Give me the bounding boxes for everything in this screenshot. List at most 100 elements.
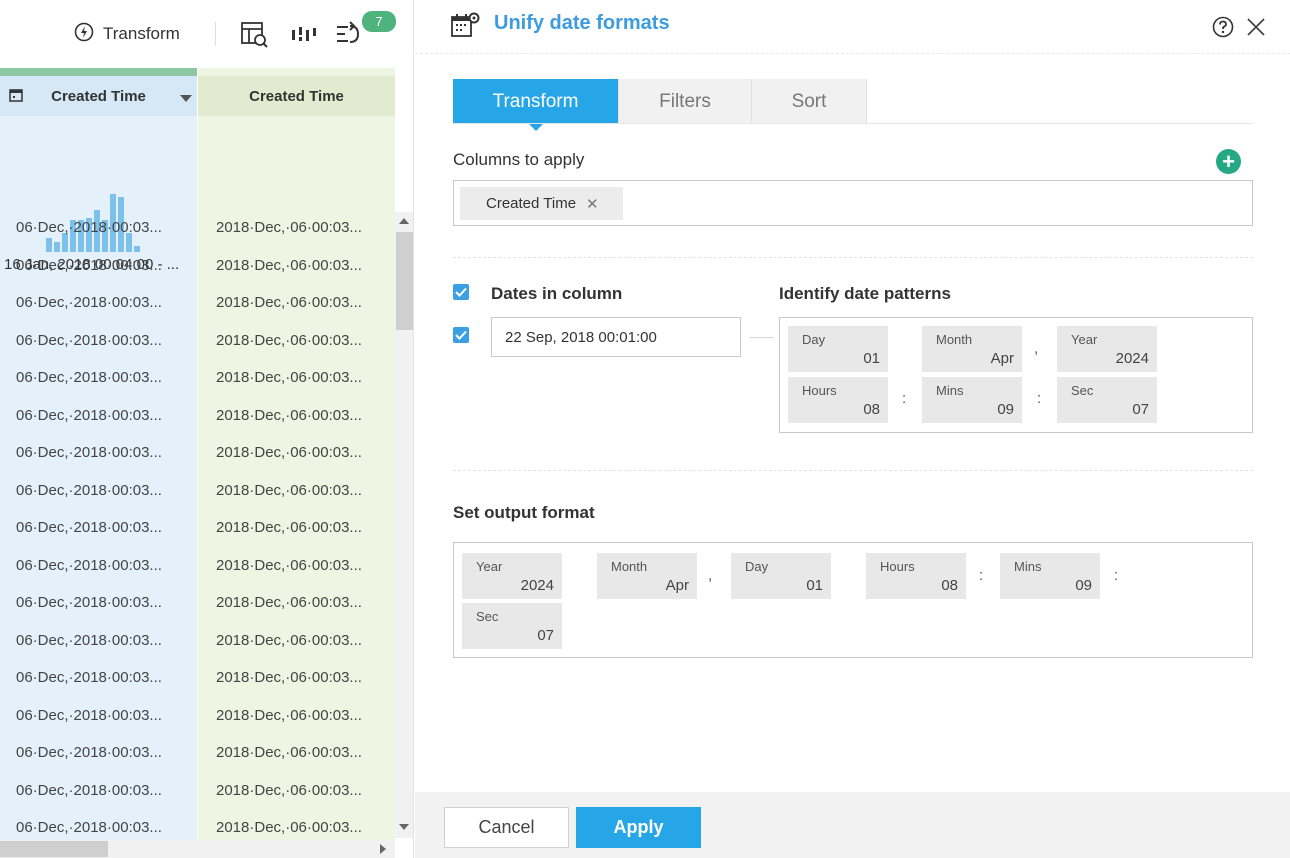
output-token-year[interactable]: Year 2024 [462, 553, 562, 599]
token-label: Hours [802, 383, 837, 398]
table-cell: 2018·Dec,·06·00:03... [216, 519, 362, 536]
pattern-token-day[interactable]: Day 01 [788, 326, 888, 372]
tab-transform[interactable]: Transform [453, 79, 619, 131]
horizontal-scrollbar[interactable] [0, 840, 395, 858]
table-row[interactable]: 06·Dec,·2018·00:03... 2018·Dec,·06·00:03.… [0, 397, 395, 435]
table-search-icon[interactable] [240, 20, 270, 48]
token-value: 2024 [1115, 350, 1149, 367]
transform-label: Transform [103, 24, 180, 43]
plus-icon: + [1222, 148, 1235, 174]
separator-colon: : [1037, 390, 1042, 407]
table-row[interactable]: 06·Dec,·2018·00:03... 2018·Dec,·06·00:03.… [0, 322, 395, 360]
table-cell: 06·Dec,·2018·00:03... [16, 481, 162, 499]
table-row[interactable]: 06·Dec,·2018·00:03... 2018·Dec,·06·00:03.… [0, 734, 395, 772]
table-row[interactable]: 06·Dec,·2018·00:03... 2018·Dec,·06·00:03.… [0, 209, 395, 247]
output-token-hours[interactable]: Hours 08 [866, 553, 966, 599]
steps-count-badge: 7 [362, 11, 396, 32]
tab-sort[interactable]: Sort [752, 79, 867, 124]
table-row[interactable]: 06·Dec,·2018·00:03... 2018·Dec,·06·00:03.… [0, 284, 395, 322]
token-value: Apr [665, 577, 689, 594]
table-cell: 06·Dec,·2018·00:03... [16, 744, 162, 761]
table-cell: 2018·Dec,·06·00:03... [216, 556, 362, 574]
section-divider [453, 470, 1253, 471]
token-label: Mins [1014, 559, 1042, 574]
token-value: Apr [990, 350, 1014, 367]
table-row[interactable]: 06·Dec,·2018·00:03... 2018·Dec,·06·00:03.… [0, 584, 395, 622]
tab-filters[interactable]: Filters [619, 79, 752, 124]
identify-patterns-label: Identify date patterns [779, 284, 951, 303]
table-cell: 2018·Dec,·06·00:03... [216, 669, 362, 686]
scroll-right-icon[interactable] [380, 844, 386, 854]
table-cell: 2018·Dec,·06·00:03... [216, 594, 362, 611]
cancel-button[interactable]: Cancel [444, 807, 569, 848]
columns-select-box[interactable]: Created Time ✕ [453, 180, 1253, 226]
pattern-token-sec[interactable]: Sec 07 [1057, 377, 1157, 423]
scroll-down-icon[interactable] [399, 824, 409, 830]
table-row[interactable]: 06·Dec,·2018·00:03... 2018·Dec,·06·00:03.… [0, 659, 395, 697]
token-label: Mins [936, 383, 964, 398]
token-value: 01 [806, 577, 823, 594]
table-row[interactable]: 06·Dec,·2018·00:03... 2018·Dec,·06·00:03.… [0, 547, 395, 585]
token-value: 07 [1132, 401, 1149, 418]
help-icon[interactable] [1212, 16, 1234, 38]
pattern-token-year[interactable]: Year 2024 [1057, 326, 1157, 372]
table-cell: 06·Dec,·2018·00:03... [16, 219, 162, 236]
column-chip-label: Created Time [486, 195, 577, 212]
output-token-sec[interactable]: Sec 07 [462, 603, 562, 649]
table-row[interactable]: 06·Dec,·2018·00:03... 2018·Dec,·06·00:03.… [0, 772, 395, 810]
column-quality-bar [0, 68, 197, 76]
separator-colon: : [1114, 567, 1119, 584]
chevron-down-icon[interactable] [180, 95, 192, 102]
table-cell: 06·Dec,·2018·00:03... [16, 631, 162, 649]
token-label: Day [802, 332, 826, 347]
token-label: Day [745, 559, 769, 574]
scroll-thumb[interactable] [0, 841, 108, 857]
table-cell: 2018·Dec,·06·00:03... [216, 219, 362, 236]
table-cell: 06·Dec,·2018·00:03... [16, 369, 162, 386]
close-icon[interactable] [1245, 16, 1267, 38]
add-column-button[interactable]: + [1216, 149, 1241, 174]
pattern-token-month[interactable]: Month Apr [922, 326, 1022, 372]
table-cell: 06·Dec,·2018·00:03... [16, 444, 162, 461]
apply-button[interactable]: Apply [576, 807, 701, 848]
dates-in-column-checkbox[interactable] [453, 284, 469, 300]
column-header[interactable]: Created Time [0, 76, 197, 116]
table-row[interactable]: 06·Dec,·2018·00:03... 2018·Dec,·06·00:03.… [0, 509, 395, 547]
table-cell: 2018·Dec,·06·00:03... [216, 744, 362, 761]
data-bars-icon[interactable] [288, 20, 318, 48]
token-value: 01 [863, 350, 880, 367]
table-row[interactable]: 06·Dec,·2018·00:03... 2018·Dec,·06·00:03.… [0, 622, 395, 660]
table-cell: 06·Dec,·2018·00:03... [16, 669, 162, 686]
sample-date-value: 22 Sep, 2018 00:01:00 [491, 317, 741, 357]
token-label: Sec [1071, 383, 1094, 398]
column-header-label: Created Time [51, 87, 146, 105]
applied-steps-icon[interactable] [333, 20, 363, 48]
table-cell: 2018·Dec,·06·00:03... [216, 781, 362, 799]
output-token-mins[interactable]: Mins 09 [1000, 553, 1100, 599]
pattern-token-hours[interactable]: Hours 08 [788, 377, 888, 423]
column-header[interactable]: Created Time [198, 76, 395, 116]
table-row[interactable]: 06·Dec,·2018·00:03... 2018·Dec,·06·00:03.… [0, 359, 395, 397]
table-row[interactable]: 06·Dec,·2018·00:03... 2018·Dec,·06·00:03.… [0, 472, 395, 510]
table-cell: 2018·Dec,·06·00:03... [216, 256, 362, 274]
sample-date-checkbox[interactable] [453, 327, 469, 343]
output-token-month[interactable]: Month Apr [597, 553, 697, 599]
transform-button[interactable]: Transform [74, 22, 180, 46]
remove-chip-icon[interactable]: ✕ [586, 195, 599, 213]
table-row[interactable]: 06·Dec,·2018·00:03... 2018·Dec,·06·00:03.… [0, 434, 395, 472]
separator-colon: : [979, 567, 984, 584]
panel-header: Unify date formats [415, 0, 1290, 54]
scroll-up-icon[interactable] [399, 218, 409, 224]
panel-tabs: Transform Filters Sort [453, 79, 867, 131]
token-label: Year [476, 559, 503, 574]
table-row[interactable]: 06·Dec,·2018·00:03... 2018·Dec,·06·00:03.… [0, 247, 395, 285]
table-cell: 06·Dec,·2018·00:03... [16, 519, 162, 536]
output-token-day[interactable]: Day 01 [731, 553, 831, 599]
section-divider [453, 257, 1253, 258]
token-value: 08 [863, 401, 880, 418]
pattern-connector [749, 337, 774, 338]
pattern-token-mins[interactable]: Mins 09 [922, 377, 1022, 423]
scroll-thumb[interactable] [396, 232, 413, 330]
table-row[interactable]: 06·Dec,·2018·00:03... 2018·Dec,·06·00:03.… [0, 697, 395, 735]
vertical-scrollbar[interactable] [395, 212, 413, 838]
